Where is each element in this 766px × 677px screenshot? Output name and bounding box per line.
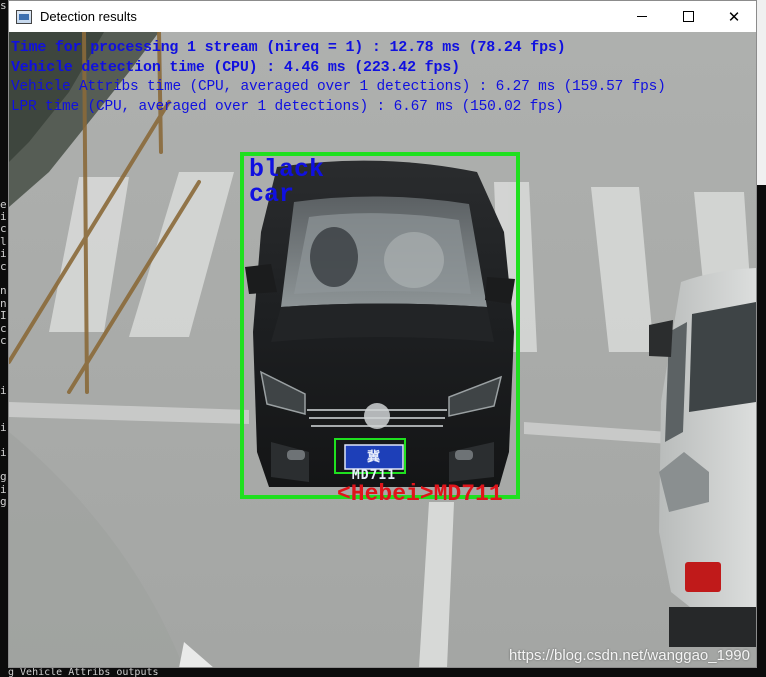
console-char	[0, 174, 8, 186]
vehicle-color-label: black	[249, 155, 325, 184]
console-char	[0, 434, 8, 446]
console-char	[0, 161, 8, 173]
console-char	[0, 25, 8, 37]
console-char	[0, 136, 8, 148]
console-char	[0, 409, 8, 421]
console-char: c	[0, 223, 7, 236]
stat-vehicle-detection-time: Vehicle detection time (CPU) : 4.46 ms (…	[11, 59, 460, 76]
window-title: Detection results	[40, 9, 137, 24]
console-char	[0, 112, 8, 124]
console-char: I	[0, 310, 7, 323]
license-plate-label: <Hebei>MD711	[337, 481, 503, 507]
console-char	[0, 50, 8, 62]
console-char	[0, 509, 8, 521]
console-bottom-text: g Vehicle Attribs outputs	[0, 668, 766, 677]
console-char	[0, 347, 8, 359]
console-char: g	[0, 496, 7, 509]
license-plate-text: 冀 MD711	[351, 450, 397, 483]
vehicle-type-label: car	[249, 180, 295, 209]
console-char	[0, 558, 8, 570]
console-char: i	[0, 421, 7, 434]
console-char: c	[0, 260, 7, 273]
console-char: g	[0, 471, 7, 484]
console-char: i	[0, 446, 7, 459]
console-char	[0, 397, 8, 409]
watermark-text: https://blog.csdn.net/wanggao_1990	[508, 647, 750, 664]
console-background-left: s eiclic nnIcc i i i gig	[0, 0, 8, 677]
console-char: l	[0, 235, 7, 248]
console-char	[0, 37, 8, 49]
detection-results-window[interactable]: Detection results ✕ Time for processing …	[8, 0, 757, 668]
console-char: i	[0, 384, 7, 397]
console-char	[0, 459, 8, 471]
minimize-icon	[637, 16, 647, 17]
console-char: s	[0, 0, 7, 12]
console-char	[0, 149, 8, 161]
console-char	[0, 360, 8, 372]
detection-image: Time for processing 1 stream (nireq = 1)…	[9, 32, 756, 667]
console-char	[0, 87, 8, 99]
console-char	[0, 583, 8, 595]
console-char	[0, 74, 8, 86]
console-char: n	[0, 297, 7, 310]
console-char: e	[0, 198, 7, 211]
road-scene	[9, 32, 756, 667]
minimize-button[interactable]	[619, 1, 665, 32]
console-char	[0, 12, 8, 24]
console-char	[0, 571, 8, 583]
console-char	[0, 372, 8, 384]
console-char	[0, 533, 8, 545]
console-char: i	[0, 248, 7, 261]
stat-processing-time: Time for processing 1 stream (nireq = 1)…	[11, 39, 566, 56]
console-char	[0, 124, 8, 136]
console-char	[0, 99, 8, 111]
console-char	[0, 521, 8, 533]
console-char: i	[0, 210, 7, 223]
console-char: n	[0, 285, 7, 298]
console-char	[0, 62, 8, 74]
stat-vehicle-attribs-time: Vehicle Attribs time (CPU, averaged over…	[11, 79, 666, 95]
maximize-button[interactable]	[665, 1, 711, 32]
console-char	[0, 546, 8, 558]
console-background-right	[757, 0, 766, 668]
console-char	[0, 273, 8, 285]
stat-lpr-time: LPR time (CPU, averaged over 1 detection…	[11, 99, 564, 115]
window-app-icon	[16, 9, 32, 24]
console-char: c	[0, 334, 7, 347]
console-char: c	[0, 322, 7, 335]
close-icon: ✕	[727, 7, 741, 26]
close-button[interactable]: ✕	[711, 1, 756, 32]
maximize-icon	[682, 11, 694, 22]
console-char	[0, 186, 8, 198]
console-char: i	[0, 483, 7, 496]
title-bar[interactable]: Detection results ✕	[9, 1, 756, 32]
